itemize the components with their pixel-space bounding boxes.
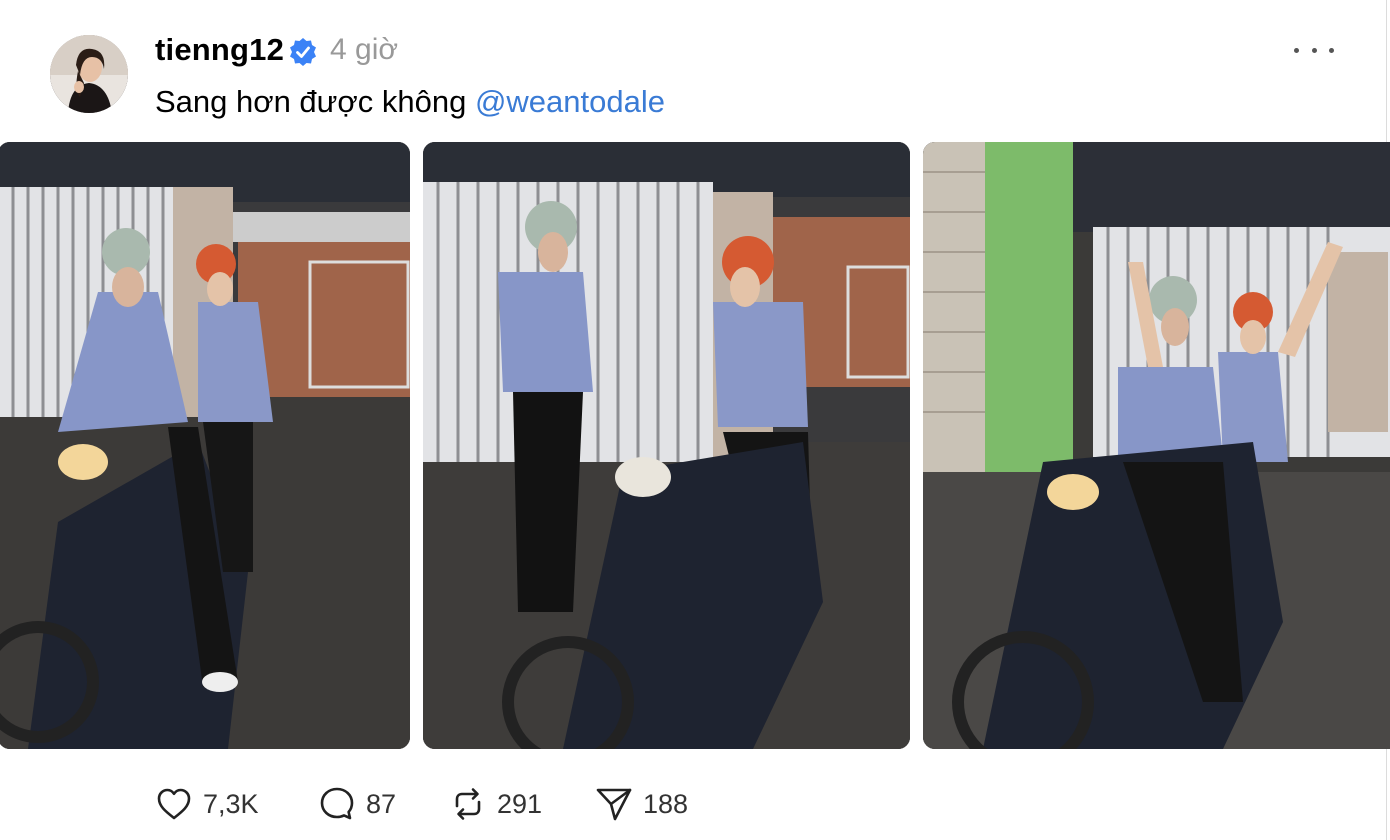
reply-count: 87 — [366, 788, 397, 819]
share-count: 188 — [643, 788, 689, 819]
verified-badge-icon — [290, 38, 316, 66]
post-timestamp: 4 giờ — [330, 33, 399, 66]
username[interactable]: tienng12 — [155, 32, 284, 68]
post-caption: Sang hơn được không @weantodale — [155, 84, 665, 120]
photo-two-riders-on-motorbike[interactable] — [0, 142, 410, 749]
mention-link[interactable]: @weantodale — [475, 84, 665, 119]
like-button[interactable]: 7,3K — [155, 782, 259, 826]
avatar[interactable] — [50, 35, 128, 113]
comment-icon — [320, 787, 354, 820]
share-button[interactable]: 188 — [595, 782, 688, 826]
heart-icon — [157, 788, 191, 820]
repost-count: 291 — [497, 788, 543, 819]
reply-button[interactable]: 87 — [318, 782, 396, 826]
more-horizontal-icon[interactable] — [1294, 40, 1334, 60]
repost-button[interactable]: 291 — [449, 782, 542, 826]
caption-text: Sang hơn được không — [155, 84, 475, 119]
send-icon — [596, 788, 632, 821]
like-count: 7,3K — [203, 788, 259, 819]
repost-icon — [455, 788, 481, 820]
post-actions: 7,3K 87 291 188 — [0, 782, 900, 826]
photo-riders-waving[interactable] — [923, 142, 1390, 749]
photo-man-standing-woman-seated[interactable] — [423, 142, 910, 749]
